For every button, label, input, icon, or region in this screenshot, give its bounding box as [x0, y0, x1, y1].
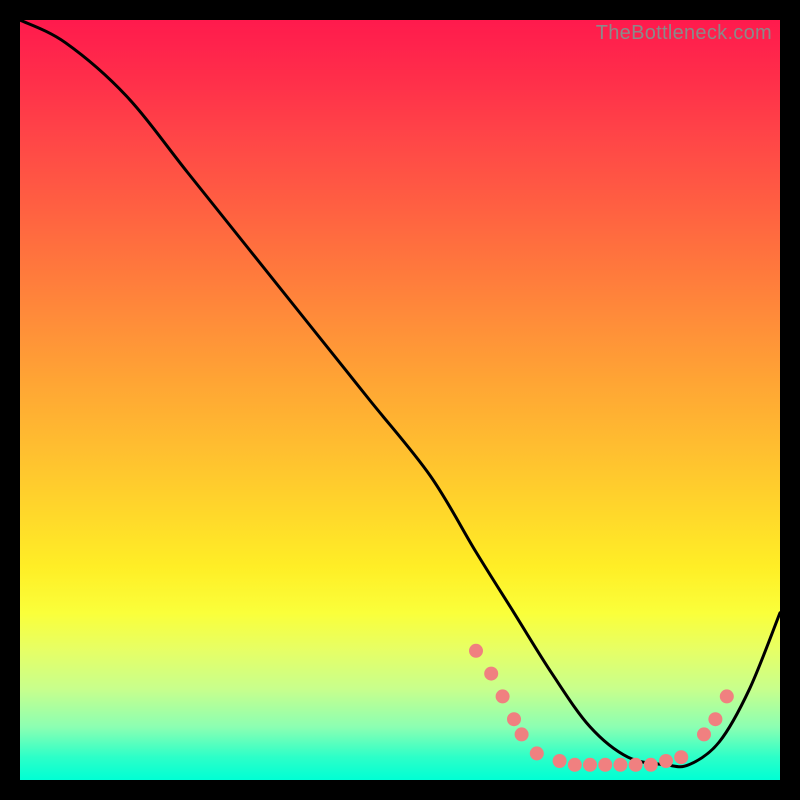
chart-marker-dot — [496, 689, 510, 703]
chart-marker-dot — [720, 689, 734, 703]
chart-marker-dot — [553, 754, 567, 768]
chart-marker-dot — [708, 712, 722, 726]
chart-marker-dot — [568, 758, 582, 772]
chart-marker-dot — [613, 758, 627, 772]
chart-svg — [20, 20, 780, 780]
chart-marker-dot — [644, 758, 658, 772]
chart-marker-dot — [598, 758, 612, 772]
chart-plot-area: TheBottleneck.com — [20, 20, 780, 780]
chart-marker-dot — [583, 758, 597, 772]
chart-marker-dot — [659, 754, 673, 768]
chart-marker-dot — [484, 667, 498, 681]
chart-marker-dot — [507, 712, 521, 726]
chart-frame: TheBottleneck.com — [0, 0, 800, 800]
chart-marker-dot — [530, 746, 544, 760]
chart-marker-dot — [629, 758, 643, 772]
chart-markers — [469, 644, 734, 772]
chart-marker-dot — [697, 727, 711, 741]
chart-marker-dot — [515, 727, 529, 741]
chart-marker-dot — [469, 644, 483, 658]
chart-line-series — [20, 20, 780, 767]
chart-marker-dot — [674, 750, 688, 764]
